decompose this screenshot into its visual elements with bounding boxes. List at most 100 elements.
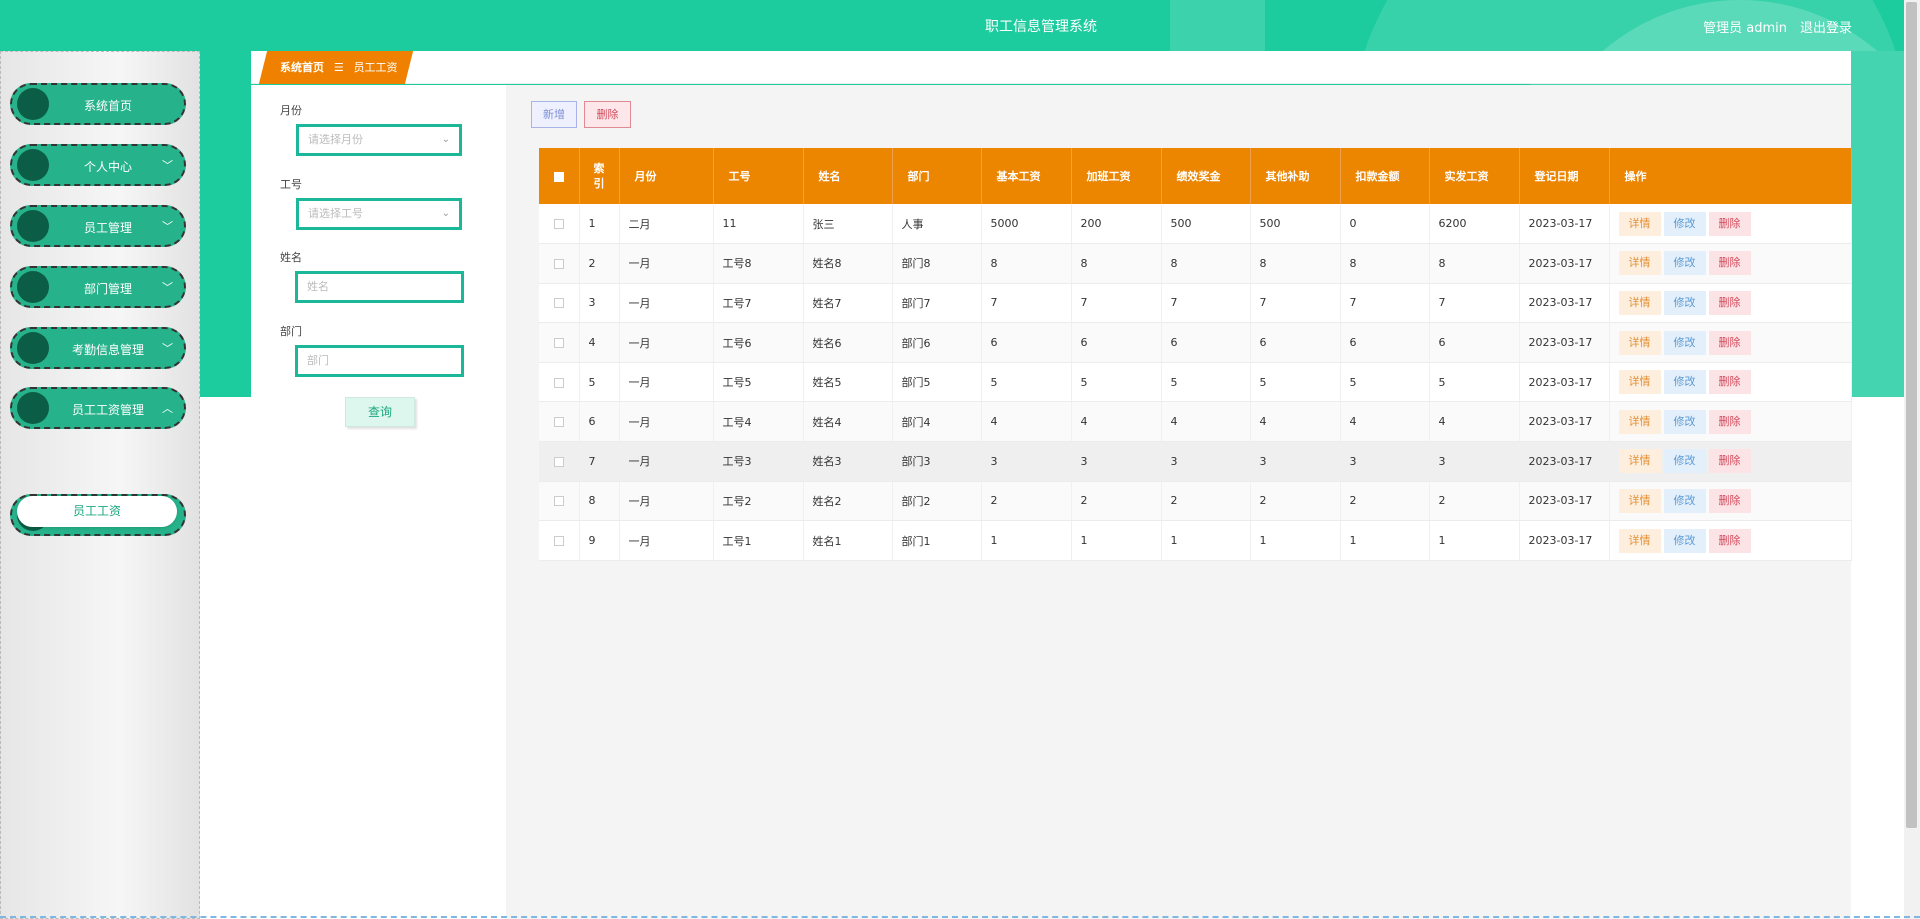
edit-button[interactable]: 修改 — [1663, 211, 1706, 236]
scrollbar-thumb[interactable] — [1906, 2, 1917, 828]
row-checkbox[interactable] — [539, 441, 580, 482]
row-checkbox[interactable] — [539, 243, 580, 284]
table-cell: 2023-03-17 — [1519, 401, 1610, 443]
name-input[interactable]: 姓名 — [295, 271, 464, 303]
row-checkbox[interactable] — [539, 520, 580, 561]
row-checkbox[interactable] — [539, 283, 580, 324]
edit-button[interactable]: 修改 — [1663, 330, 1706, 355]
edit-button[interactable]: 修改 — [1663, 449, 1706, 474]
table-cell: 一月 — [619, 283, 714, 324]
breadcrumb-separator-icon: ☰ — [333, 61, 344, 74]
detail-button[interactable]: 详情 — [1618, 330, 1661, 355]
detail-button[interactable]: 详情 — [1618, 251, 1661, 276]
row-checkbox[interactable] — [539, 204, 580, 245]
edit-button[interactable]: 修改 — [1663, 251, 1706, 276]
table-cell: 一月 — [619, 243, 714, 284]
sidebar-item-4[interactable]: 考勤信息管理 ﹀ — [10, 327, 186, 369]
add-button[interactable]: 新增 — [531, 101, 577, 128]
table-cell: 3 — [1250, 441, 1341, 482]
submenu-item-salary[interactable]: 员工工资 — [17, 496, 177, 527]
edit-button[interactable]: 修改 — [1663, 409, 1706, 434]
table-cell: 部门1 — [892, 520, 982, 561]
delete-button[interactable]: 删除 — [1708, 251, 1751, 276]
detail-button[interactable]: 详情 — [1618, 409, 1661, 434]
delete-button[interactable]: 删除 — [1708, 528, 1751, 553]
row-actions: 详情 修改 删除 — [1609, 362, 1852, 403]
table-cell: 200 — [1071, 204, 1162, 245]
table-cell: 1 — [1071, 520, 1162, 561]
emp-no-select[interactable]: 请选择工号 ⌄ — [296, 198, 462, 230]
table-cell: 部门5 — [892, 362, 982, 403]
row-checkbox[interactable] — [539, 322, 580, 363]
sidebar-item-3[interactable]: 部门管理 ﹀ — [10, 266, 186, 308]
edit-button[interactable]: 修改 — [1663, 290, 1706, 315]
table-cell: 4 — [1340, 401, 1430, 443]
row-checkbox[interactable] — [539, 401, 580, 443]
delete-button[interactable]: 删除 — [1708, 330, 1751, 355]
table-cell: 工号8 — [713, 243, 804, 284]
table-cell: 5000 — [981, 204, 1072, 245]
name-label: 姓名 — [280, 251, 302, 264]
table-cell: 部门2 — [892, 481, 982, 522]
detail-button[interactable]: 详情 — [1618, 488, 1661, 513]
table-cell: 工号5 — [713, 362, 804, 403]
table-cell: 6 — [1429, 322, 1520, 363]
menu-bullet-icon — [17, 392, 49, 424]
month-select[interactable]: 请选择月份 ⌄ — [296, 124, 462, 156]
row-checkbox[interactable] — [539, 481, 580, 522]
table-cell: 7 — [1071, 283, 1162, 324]
table-cell: 姓名8 — [803, 243, 893, 284]
table-cell: 工号3 — [713, 441, 804, 482]
sidebar-item-5[interactable]: 员工工资管理 ︿ — [10, 387, 186, 429]
edit-button[interactable]: 修改 — [1663, 370, 1706, 395]
table-row: 9 一月 工号1 姓名1 部门1 1 1 1 1 1 1 2023-03-17 详情 修改 删除 — [539, 520, 1852, 561]
detail-button[interactable]: 详情 — [1618, 211, 1661, 236]
chevron-down-icon: ⌄ — [441, 208, 450, 219]
table-row: 1 二月 11 张三 人事 5000 200 500 500 0 6200 2023-03-17 详情修… — [539, 204, 1852, 245]
sidebar-item-0[interactable]: 系统首页 — [10, 83, 186, 125]
table-cell: 姓名4 — [803, 401, 893, 443]
delete-button[interactable]: 删除 — [1708, 488, 1751, 513]
delete-button[interactable]: 删除 — [1708, 409, 1751, 434]
select-all-checkbox[interactable] — [539, 148, 580, 204]
table-cell: 2 — [1161, 481, 1251, 522]
edit-button[interactable]: 修改 — [1663, 528, 1706, 553]
table-row: 5 一月 工号5 姓名5 部门5 5 5 5 5 5 5 2023-03-17 详情 修改 删除 — [539, 362, 1852, 403]
table-cell: 1 — [1250, 520, 1341, 561]
table-cell: 2023-03-17 — [1519, 441, 1610, 482]
column-header: 部门 — [892, 148, 982, 204]
delete-button[interactable]: 删除 — [1708, 211, 1751, 236]
table-cell: 2023-03-17 — [1519, 283, 1610, 324]
sidebar: 系统首页个人中心﹀员工管理﹀部门管理﹀考勤信息管理﹀员工工资管理︿留言管理﹀ 员… — [0, 51, 200, 919]
row-checkbox[interactable] — [539, 362, 580, 403]
detail-button[interactable]: 详情 — [1618, 290, 1661, 315]
delete-button[interactable]: 删除 — [1708, 449, 1751, 474]
table-cell: 1 — [1429, 520, 1520, 561]
table-cell: 5 — [981, 362, 1072, 403]
logout-link[interactable]: 退出登录 — [1800, 17, 1852, 36]
table-cell: 8 — [1161, 243, 1251, 284]
breadcrumb: 系统首页 ☰ 员工工资 — [280, 59, 404, 75]
menu-bullet-icon — [17, 210, 49, 242]
chevron-up-icon: ︿ — [162, 402, 173, 415]
delete-button[interactable]: 删除 — [1708, 370, 1751, 395]
detail-button[interactable]: 详情 — [1618, 449, 1661, 474]
delete-button[interactable]: 删除 — [1708, 290, 1751, 315]
dept-input[interactable]: 部门 — [295, 345, 464, 377]
detail-button[interactable]: 详情 — [1618, 528, 1661, 553]
batch-delete-button[interactable]: 删除 — [584, 101, 631, 128]
table-cell: 6200 — [1429, 204, 1520, 245]
sidebar-item-1[interactable]: 个人中心 ﹀ — [10, 144, 186, 186]
table-cell: 一月 — [619, 401, 714, 443]
sidebar-item-2[interactable]: 员工管理 ﹀ — [10, 205, 186, 247]
query-button[interactable]: 查询 — [345, 397, 415, 427]
breadcrumb-home[interactable]: 系统首页 — [280, 61, 324, 74]
table-cell: 4 — [1250, 401, 1341, 443]
table-row: 3 一月 工号7 姓名7 部门7 7 7 7 7 7 7 2023-03-17 详情 修改 删除 — [539, 283, 1852, 324]
table-cell: 工号4 — [713, 401, 804, 443]
table-cell: 4 — [579, 322, 620, 363]
table-cell: 工号6 — [713, 322, 804, 363]
table-cell: 5 — [1429, 362, 1520, 403]
detail-button[interactable]: 详情 — [1618, 370, 1661, 395]
edit-button[interactable]: 修改 — [1663, 488, 1706, 513]
